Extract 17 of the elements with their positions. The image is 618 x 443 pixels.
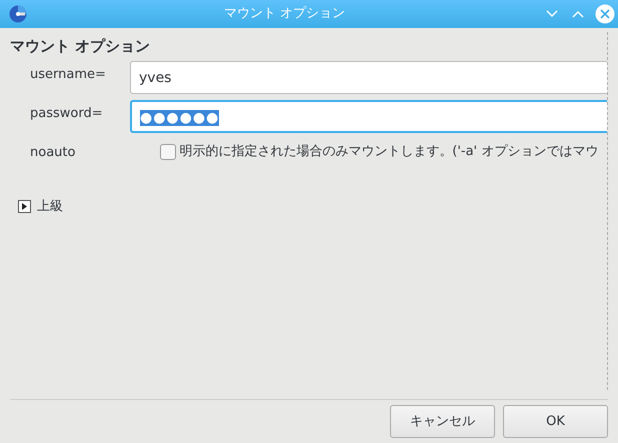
field-label: username= [29, 66, 107, 84]
close-icon [594, 4, 615, 24]
chevron-up-icon [571, 9, 586, 19]
checkbox-label: 明示的に指定された場合のみマウントします。('-a' オプションではマウ [179, 143, 598, 161]
field-label: noauto [29, 144, 76, 162]
password-field[interactable]: ●●●●●● [130, 100, 607, 133]
ok-button[interactable]: OK [503, 405, 608, 438]
checkbox[interactable] [160, 144, 176, 160]
field-label: password= [29, 105, 104, 123]
section-heading: マウント オプション [9, 36, 152, 57]
close-button[interactable] [594, 4, 615, 24]
input-field[interactable]: yves [130, 61, 607, 94]
cancel-button[interactable]: キャンセル [390, 405, 495, 438]
window-title: マウント オプション [224, 6, 345, 22]
chevron-down-icon [544, 9, 559, 19]
advanced-expander[interactable]: 上級 [18, 196, 63, 216]
disc-icon [9, 5, 27, 23]
